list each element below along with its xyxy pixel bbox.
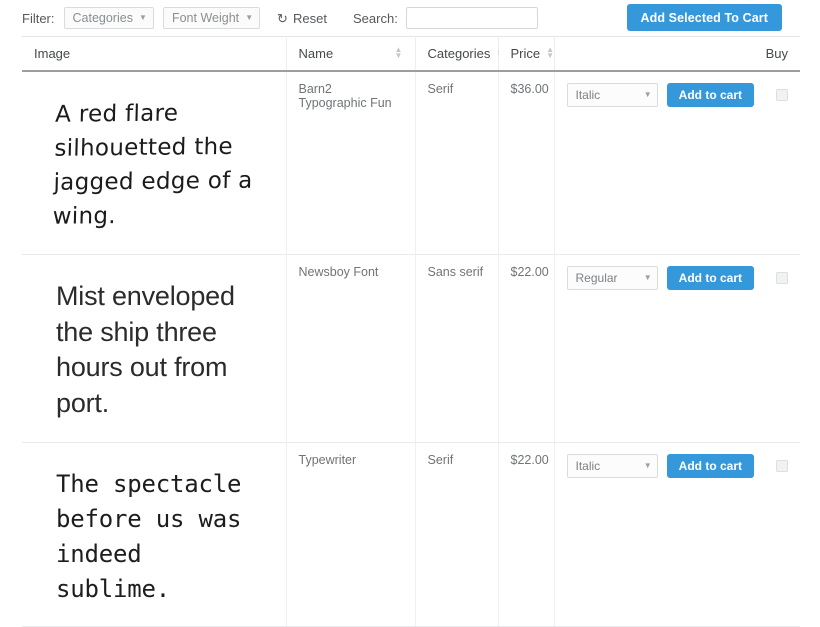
- cell-buy: Italic ▼ Add to cart: [554, 70, 800, 255]
- table-row: Mist enveloped the ship three hours out …: [22, 254, 800, 444]
- add-to-cart-button[interactable]: Add to cart: [666, 82, 754, 107]
- cell-font-name: Typewriter: [286, 442, 416, 627]
- font-weight-filter-select[interactable]: Font Weight ▼: [162, 7, 261, 29]
- reset-button[interactable]: ↺ Reset: [277, 11, 327, 26]
- chevron-down-icon: ▼: [643, 89, 652, 99]
- reset-label: Reset: [293, 10, 327, 26]
- fonts-table: Image Name ▲▼ Categories ▲▼: [22, 36, 800, 627]
- table-body: A red flare silhouetted the jagged edge …: [22, 70, 800, 627]
- table-header: Image Name ▲▼ Categories ▲▼: [22, 36, 800, 72]
- font-weight-value: Italic: [575, 459, 601, 474]
- column-header-buy: Buy: [554, 36, 800, 72]
- cell-price: $22.00: [498, 254, 555, 444]
- fonts-table-container: Image Name ▲▼ Categories ▲▼: [0, 36, 820, 627]
- cell-price: $22.00: [498, 442, 555, 627]
- font-specimen-preview: The spectacle before us was indeed subli…: [56, 470, 242, 603]
- font-weight-filter-value: Font Weight: [171, 11, 240, 25]
- row-select-checkbox[interactable]: [776, 88, 788, 101]
- add-to-cart-button[interactable]: Add to cart: [666, 454, 754, 479]
- column-header-buy-label: Buy: [765, 45, 788, 61]
- font-specimen-preview: Mist enveloped the ship three hours out …: [56, 280, 235, 419]
- cell-font-specimen: Mist enveloped the ship three hours out …: [22, 254, 287, 444]
- column-header-image: Image: [22, 36, 287, 72]
- filter-label: Filter:: [22, 10, 55, 26]
- sort-arrows-icon: ▲▼: [394, 45, 403, 61]
- cell-font-specimen: The spectacle before us was indeed subli…: [22, 442, 287, 627]
- table-header-row: Image Name ▲▼ Categories ▲▼: [22, 36, 800, 72]
- add-to-cart-button[interactable]: Add to cart: [666, 265, 754, 290]
- column-header-price-label: Price: [510, 45, 541, 61]
- column-header-name-label: Name: [298, 45, 334, 61]
- column-header-categories-label: Categories: [427, 45, 491, 61]
- search-label: Search:: [353, 10, 398, 26]
- reset-icon: ↺: [277, 10, 289, 26]
- cell-buy: Regular ▼ Add to cart: [554, 254, 800, 444]
- chevron-down-icon: ▼: [643, 272, 652, 282]
- add-selected-to-cart-button[interactable]: Add Selected To Cart: [626, 4, 782, 31]
- cell-font-name: Newsboy Font: [286, 254, 416, 444]
- filter-toolbar: Filter: Categories ▼ Font Weight ▼ ↺ Res…: [0, 0, 820, 36]
- cell-categories: Serif: [415, 70, 499, 255]
- row-select-checkbox[interactable]: [776, 271, 788, 284]
- sort-arrows-icon: ▲▼: [546, 45, 555, 61]
- font-weight-select[interactable]: Italic ▼: [566, 454, 658, 479]
- categories-filter-select[interactable]: Categories ▼: [63, 7, 154, 29]
- font-weight-select[interactable]: Italic ▼: [566, 82, 658, 107]
- cell-price: $36.00: [498, 70, 555, 255]
- font-weight-select[interactable]: Regular ▼: [566, 265, 658, 290]
- column-header-name[interactable]: Name ▲ ▼: [286, 36, 416, 72]
- font-weight-value: Regular: [575, 270, 618, 285]
- cell-font-name: Barn2 Typographic Fun: [286, 70, 416, 255]
- column-header-categories[interactable]: Categories ▲▼: [415, 36, 504, 72]
- cell-font-specimen: A red flare silhouetted the jagged edge …: [22, 70, 287, 255]
- table-row: A red flare silhouetted the jagged edge …: [22, 70, 800, 255]
- column-header-price[interactable]: Price ▲ ▼: [498, 36, 555, 72]
- chevron-down-icon: ▼: [643, 461, 652, 471]
- categories-filter-value: Categories: [72, 11, 133, 25]
- row-select-checkbox[interactable]: [776, 460, 788, 473]
- font-specimen-preview: A red flare silhouetted the jagged edge …: [52, 99, 253, 230]
- cell-categories: Serif: [415, 442, 499, 627]
- chevron-down-icon: ▼: [245, 13, 254, 22]
- font-weight-value: Italic: [575, 87, 601, 102]
- chevron-down-icon: ▼: [139, 13, 147, 22]
- column-header-image-label: Image: [34, 45, 71, 61]
- cell-buy: Italic ▼ Add to cart: [554, 442, 800, 627]
- table-row: The spectacle before us was indeed subli…: [22, 442, 800, 627]
- cell-categories: Sans serif: [415, 254, 499, 444]
- search-input[interactable]: [405, 7, 538, 29]
